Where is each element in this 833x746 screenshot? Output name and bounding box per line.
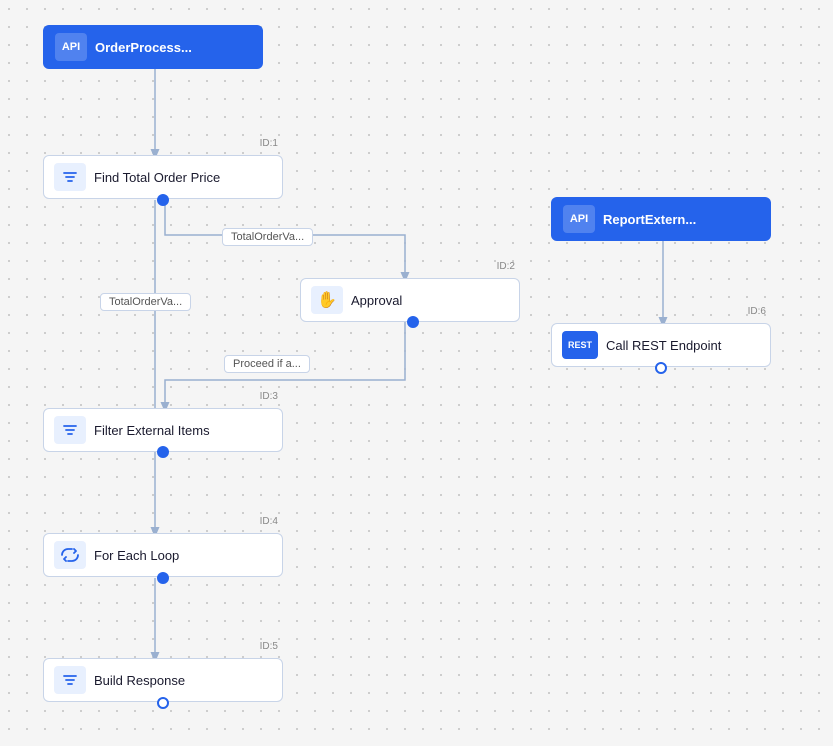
build-label: Build Response [94,673,185,688]
total-order-va-label-1: TotalOrderVa... [222,228,313,246]
order-process-node[interactable]: API OrderProcess... [43,25,263,69]
build-icon [54,666,86,694]
loop-icon [54,541,86,569]
approval-icon: ✋ [311,286,343,314]
build-id: ID:5 [260,641,278,652]
filter-icon-2 [54,416,86,444]
rest-icon: REST [562,331,598,359]
api-icon-2: API [563,205,595,233]
call-rest-id: ID:6 [748,306,766,317]
dot-foreach-bottom [157,572,169,584]
filter-ext-label: Filter External Items [94,423,210,438]
filter-ext-id: ID:3 [260,391,278,402]
dot-approval-bottom [407,316,419,328]
call-rest-endpoint-node[interactable]: ID:6 REST Call REST Endpoint [551,323,771,367]
for-each-loop-node[interactable]: ID:4 For Each Loop [43,533,283,577]
find-total-order-price-node[interactable]: ID:1 Find Total Order Price [43,155,283,199]
report-extern-node[interactable]: API ReportExtern... [551,197,771,241]
call-rest-label: Call REST Endpoint [606,338,721,353]
dot-build-bottom [157,697,169,709]
foreach-label: For Each Loop [94,548,179,563]
approval-id: ID:2 [497,261,515,272]
find-total-label: Find Total Order Price [94,170,220,185]
find-total-id: ID:1 [260,138,278,149]
build-response-node[interactable]: ID:5 Build Response [43,658,283,702]
proceed-label: Proceed if a... [224,355,310,373]
api-icon: API [55,33,87,61]
dot-rest-bottom [655,362,667,374]
dot-filter-ext-bottom [157,446,169,458]
filter-icon-1 [54,163,86,191]
order-process-label: OrderProcess... [95,40,192,55]
approval-label: Approval [351,293,402,308]
total-order-va-label-2: TotalOrderVa... [100,293,191,311]
dot-find-total-bottom [157,194,169,206]
foreach-id: ID:4 [260,516,278,527]
report-extern-label: ReportExtern... [603,212,696,227]
